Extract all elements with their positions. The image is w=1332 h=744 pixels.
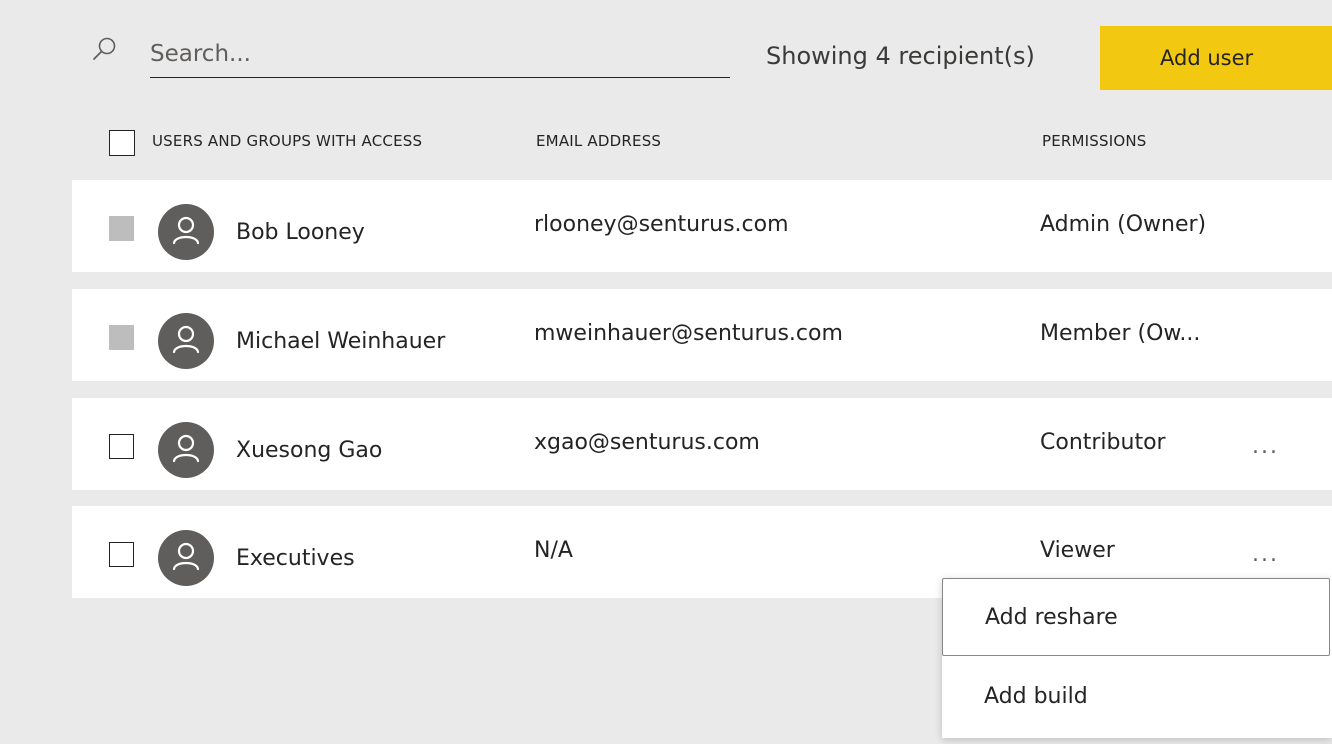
row-checkbox	[109, 325, 134, 350]
manage-permissions-panel: Showing 4 recipient(s) Add user USERS AN…	[0, 0, 1332, 744]
user-name: Bob Looney	[236, 220, 365, 245]
user-email: N/A	[534, 538, 573, 563]
search-input[interactable]	[150, 30, 730, 78]
person-icon	[158, 530, 214, 586]
user-permission: Member (Ow...	[1040, 321, 1201, 346]
table-row[interactable]: Bob Looney rlooney@senturus.com Admin (O…	[72, 180, 1332, 272]
column-header-permissions: PERMISSIONS	[1042, 132, 1147, 150]
row-checkbox[interactable]	[109, 434, 134, 459]
table-row[interactable]: Xuesong Gao xgao@senturus.com Contributo…	[72, 398, 1332, 490]
user-permission: Viewer	[1040, 538, 1115, 563]
select-all-checkbox[interactable]	[109, 130, 135, 156]
row-checkbox	[109, 216, 134, 241]
table-header: USERS AND GROUPS WITH ACCESS EMAIL ADDRE…	[0, 120, 1332, 164]
person-icon	[158, 422, 214, 478]
add-user-button[interactable]: Add user	[1100, 26, 1332, 90]
menu-item-add-build[interactable]: Add build	[942, 658, 1330, 736]
recipient-count: Showing 4 recipient(s)	[766, 42, 1035, 70]
user-permission: Contributor	[1040, 430, 1166, 455]
user-email: xgao@senturus.com	[534, 430, 760, 455]
row-checkbox[interactable]	[109, 542, 134, 567]
person-icon	[158, 204, 214, 260]
more-options-icon[interactable]: ...	[1252, 542, 1292, 572]
column-header-email: EMAIL ADDRESS	[536, 132, 662, 150]
person-icon	[158, 313, 214, 369]
user-email: rlooney@senturus.com	[534, 212, 789, 237]
permission-context-menu: Add reshare Add build	[942, 578, 1332, 738]
user-permission: Admin (Owner)	[1040, 212, 1207, 237]
search-icon	[93, 37, 116, 60]
user-email: mweinhauer@senturus.com	[534, 321, 843, 346]
menu-item-add-reshare[interactable]: Add reshare	[942, 578, 1330, 656]
search-box	[92, 30, 732, 82]
user-name: Executives	[236, 546, 355, 571]
more-options-icon[interactable]: ...	[1252, 434, 1292, 464]
user-name: Xuesong Gao	[236, 438, 383, 463]
column-header-users: USERS AND GROUPS WITH ACCESS	[152, 132, 423, 150]
user-name: Michael Weinhauer	[236, 329, 446, 354]
table-row[interactable]: Michael Weinhauer mweinhauer@senturus.co…	[72, 289, 1332, 381]
